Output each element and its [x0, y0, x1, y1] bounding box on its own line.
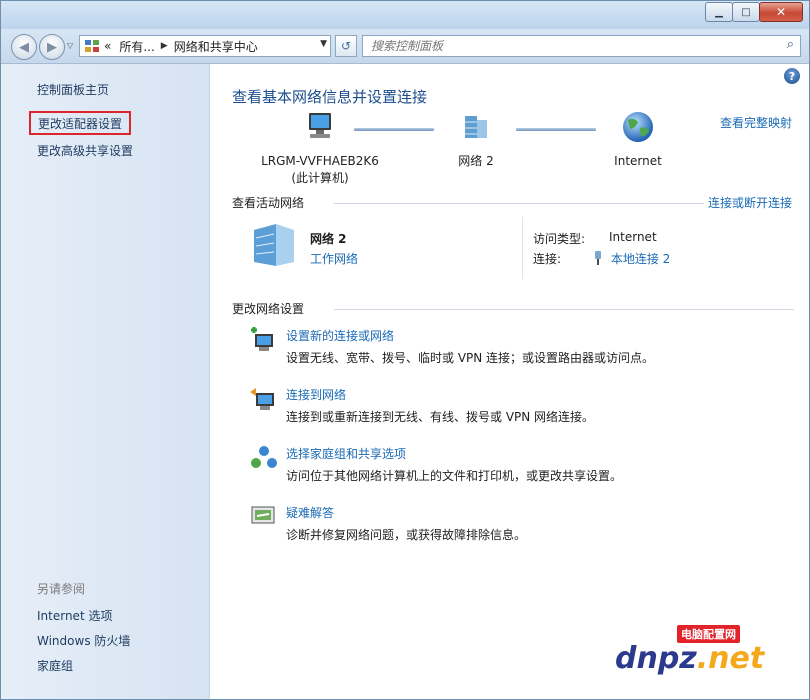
map-link-line: [354, 128, 434, 131]
view-full-map-link[interactable]: 查看完整映射: [720, 114, 792, 131]
active-network-name: 网络 2: [310, 232, 347, 246]
breadcrumb-root-chevron[interactable]: «: [104, 39, 111, 53]
refresh-button[interactable]: ↺: [335, 35, 357, 57]
breadcrumb-network-center[interactable]: 网络和共享中心: [174, 38, 258, 55]
map-link-line: [516, 128, 596, 131]
task-description: 诊断并修复网络问题，或获得故障排除信息。: [286, 528, 527, 542]
sidebar-item-firewall[interactable]: Windows 防火墙: [37, 632, 130, 649]
back-button[interactable]: ◀: [11, 34, 37, 60]
address-dropdown-icon[interactable]: ▼: [320, 39, 327, 49]
network-type-link[interactable]: 工作网络: [310, 250, 358, 267]
task-title[interactable]: 设置新的连接或网络: [286, 327, 394, 344]
local-connection-label: 本地连接 2: [610, 252, 671, 266]
sidebar-item-home[interactable]: 控制面板主页: [37, 81, 109, 98]
page-title: 查看基本网络信息并设置连接: [232, 88, 428, 106]
recent-pages-dropdown[interactable]: ▽: [67, 41, 73, 50]
search-icon[interactable]: ⌕: [787, 37, 794, 52]
help-icon[interactable]: ?: [784, 68, 800, 84]
access-type-label: 访问类型:: [533, 232, 586, 246]
ethernet-plug-icon: [595, 251, 601, 265]
sidebar: 控制面板主页 更改适配器设置 更改高级共享设置 另请参阅 Internet 选项…: [1, 64, 210, 699]
network-icon: [465, 116, 487, 138]
troubleshoot-icon: [251, 506, 275, 524]
title-bar: ▁ □ ✕: [1, 1, 809, 29]
network-building-icon: [254, 224, 294, 266]
search-box: ⌕: [362, 35, 801, 57]
connect-disconnect-link[interactable]: 连接或断开连接: [708, 194, 792, 211]
search-input[interactable]: [369, 36, 773, 56]
minimize-button[interactable]: ▁: [705, 2, 733, 22]
network-name-label: 网络 2: [458, 154, 494, 168]
breadcrumb-separator-icon[interactable]: ▶: [161, 41, 168, 51]
computer-subtitle: (此计算机): [291, 171, 349, 185]
task-description: 连接到或重新连接到无线、有线、拨号或 VPN 网络连接。: [286, 410, 595, 424]
task-homegroup[interactable]: 选择家庭组和共享选项 访问位于其他网络计算机上的文件和打印机，或更改共享设置。: [250, 445, 790, 491]
map-node-internet[interactable]: Internet: [590, 110, 686, 170]
close-button[interactable]: ✕: [759, 2, 803, 22]
task-title[interactable]: 选择家庭组和共享选项: [286, 445, 406, 462]
breadcrumb[interactable]: « 所有... ▶ 网络和共享中心 ▼: [79, 35, 331, 57]
map-node-network[interactable]: 网络 2: [428, 110, 524, 170]
task-connect-network[interactable]: 连接到网络 连接到或重新连接到无线、有线、拨号或 VPN 网络连接。: [250, 386, 790, 432]
task-description: 设置无线、宽带、拨号、临时或 VPN 连接；或设置路由器或访问点。: [286, 351, 655, 365]
section-divider: [334, 309, 794, 310]
change-settings-heading: 更改网络设置: [232, 302, 305, 316]
local-connection-link[interactable]: 本地连接 2: [593, 250, 670, 267]
access-type-value: Internet: [609, 230, 657, 244]
site-watermark: 电脑配置网 dnpz.net: [607, 625, 779, 689]
watermark-logo: dnpz.net: [615, 641, 765, 676]
task-troubleshoot[interactable]: 疑难解答 诊断并修复网络问题，或获得故障排除信息。: [250, 504, 790, 550]
sidebar-item-change-adapter[interactable]: 更改适配器设置: [29, 111, 131, 135]
task-title[interactable]: 连接到网络: [286, 386, 346, 403]
internet-label: Internet: [614, 154, 662, 168]
new-connection-icon: [251, 327, 273, 351]
control-panel-icon: [85, 40, 99, 52]
vertical-divider: [522, 217, 523, 279]
see-also-heading: 另请参阅: [37, 582, 86, 596]
window-controls: ▁ □ ✕: [705, 2, 803, 22]
control-panel-window: ▁ □ ✕ ◀ ▶ ▽ « 所有... ▶ 网络和共享中心 ▼ ↺ ⌕ 控制面板…: [0, 0, 810, 700]
section-divider: [334, 203, 704, 204]
task-title[interactable]: 疑难解答: [286, 504, 334, 521]
breadcrumb-all-items[interactable]: 所有...: [119, 38, 154, 55]
main-content: ? 查看基本网络信息并设置连接 查看完整映射 LRGM-VVFHAEB2K6 (…: [210, 64, 809, 699]
computer-icon: [309, 113, 331, 138]
connections-label: 连接:: [533, 252, 562, 266]
task-new-connection[interactable]: 设置新的连接或网络 设置无线、宽带、拨号、临时或 VPN 连接；或设置路由器或访…: [250, 327, 790, 373]
sidebar-item-advanced-sharing[interactable]: 更改高级共享设置: [37, 142, 133, 159]
globe-icon: [623, 112, 653, 142]
homegroup-icon: [251, 446, 277, 468]
task-description: 访问位于其他网络计算机上的文件和打印机，或更改共享设置。: [286, 469, 623, 483]
computer-name: LRGM-VVFHAEB2K6: [261, 154, 379, 168]
address-bar: ◀ ▶ ▽ « 所有... ▶ 网络和共享中心 ▼ ↺ ⌕: [1, 29, 809, 64]
connect-network-icon: [250, 388, 274, 410]
sidebar-item-homegroup[interactable]: 家庭组: [37, 657, 73, 674]
map-node-computer[interactable]: LRGM-VVFHAEB2K6 (此计算机): [250, 110, 390, 187]
active-networks-heading: 查看活动网络: [232, 196, 305, 210]
forward-button[interactable]: ▶: [39, 34, 65, 60]
maximize-button[interactable]: □: [732, 2, 760, 22]
sidebar-item-internet-options[interactable]: Internet 选项: [37, 607, 112, 624]
